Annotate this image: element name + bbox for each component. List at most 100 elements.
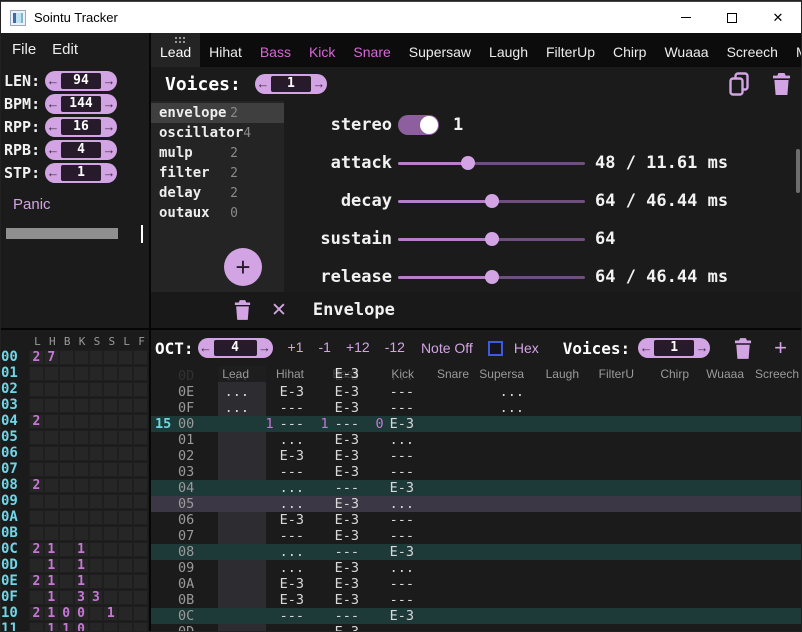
pattern-cell[interactable] [134,479,147,492]
note-cell[interactable]: E-3 [252,448,307,464]
note-cell[interactable]: E-3 [252,512,307,528]
tab-supersaw[interactable]: Supersaw [400,33,480,67]
pattern-cell[interactable]: 1 [45,559,58,572]
pattern-cell[interactable] [134,399,147,412]
pattern-cell[interactable] [75,527,88,540]
param-slider[interactable] [398,270,585,284]
pattern-cell[interactable] [119,383,132,396]
pattern-cell[interactable] [104,479,117,492]
tab-lead[interactable]: Lead [151,33,200,67]
note-cell[interactable] [692,384,747,400]
note-cell[interactable]: E-3 [307,496,362,512]
pattern-cell[interactable] [75,495,88,508]
pattern-cell[interactable]: 0 [60,607,73,620]
tab-screech[interactable]: Screech [718,33,787,67]
pattern-cell[interactable] [134,383,147,396]
note-cell[interactable] [692,624,747,631]
pattern-cell[interactable] [30,511,43,524]
pattern-cell[interactable]: 0 [75,623,88,632]
note-cell[interactable]: ... [252,496,307,512]
note-cell[interactable] [692,608,747,624]
note-cell[interactable] [582,592,637,608]
note-cell[interactable] [417,528,472,544]
pattern-cell[interactable] [134,591,147,604]
pattern-cell[interactable] [30,383,43,396]
unit-list-item-outaux[interactable]: outaux0 [151,203,284,223]
note-cell[interactable] [637,448,692,464]
drag-handle-icon[interactable] [175,37,177,39]
note-cell[interactable] [472,544,527,560]
note-cell[interactable] [582,480,637,496]
pattern-cell[interactable] [75,463,88,476]
track-header-lead[interactable]: Lead [197,366,252,382]
note-cell[interactable] [692,464,747,480]
pattern-cell[interactable] [134,543,147,556]
track-header-chirp[interactable]: Chirp [637,366,692,382]
note-cell[interactable] [527,544,582,560]
note-cell[interactable] [197,432,252,448]
pattern-cell[interactable] [30,399,43,412]
pattern-cell[interactable] [60,463,73,476]
note-cell[interactable]: ... [197,384,252,400]
note-cell[interactable]: 0E-3 [362,416,417,432]
note-cell[interactable]: E-3 [307,384,362,400]
pattern-cell[interactable] [90,431,103,444]
pattern-cell[interactable]: 1 [60,623,73,632]
note-cell[interactable]: ... [362,560,417,576]
note-cell[interactable] [197,416,252,432]
pattern-cell[interactable] [104,431,117,444]
note-cell[interactable] [637,416,692,432]
note-cell[interactable] [637,576,692,592]
pattern-cell[interactable] [45,367,58,380]
pattern-cell[interactable] [30,527,43,540]
song-field-stepper[interactable]: ←144→ [45,94,117,114]
pattern-cell[interactable]: 2 [30,415,43,428]
note-cell[interactable] [582,416,637,432]
pattern-cell[interactable] [90,495,103,508]
note-cell[interactable] [582,560,637,576]
pattern-cell[interactable] [60,591,73,604]
pattern-cell[interactable] [134,351,147,364]
pattern-cell[interactable] [104,447,117,460]
note-cell[interactable] [747,384,801,400]
note-cell[interactable] [197,512,252,528]
note-cell[interactable] [582,544,637,560]
pattern-cell[interactable] [134,447,147,460]
delete-instrument-button[interactable] [772,73,791,95]
note-cell[interactable] [472,624,527,631]
note-cell[interactable]: ... [197,400,252,416]
note-cell[interactable] [747,480,801,496]
pattern-cell[interactable] [104,399,117,412]
pattern-cell[interactable] [104,543,117,556]
note-cell[interactable] [417,544,472,560]
pattern-cell[interactable] [104,495,117,508]
param-slider[interactable] [398,232,585,246]
note-cell[interactable] [637,528,692,544]
note-cell[interactable]: E-3 [307,624,362,631]
note-cell[interactable] [527,496,582,512]
pattern-cell[interactable] [30,463,43,476]
pattern-cell[interactable] [119,367,132,380]
pattern-cell[interactable] [45,383,58,396]
pattern-cell[interactable] [90,623,103,632]
pattern-cell[interactable]: 1 [104,607,117,620]
pattern-cell[interactable]: 2 [30,607,43,620]
note-cell[interactable]: ... [252,480,307,496]
pattern-cell[interactable]: 1 [75,543,88,556]
note-cell[interactable] [527,624,582,631]
tab-bass[interactable]: Bass [251,33,300,67]
stepper-decrement-arrow[interactable]: ← [45,94,61,114]
note-cell[interactable] [197,544,252,560]
note-cell[interactable] [637,384,692,400]
pattern-cell[interactable] [75,511,88,524]
pattern-cell[interactable]: 3 [90,591,103,604]
pattern-cell[interactable] [119,447,132,460]
pattern-cell[interactable]: 0 [75,607,88,620]
song-field-stepper[interactable]: ←16→ [45,117,117,137]
note-cell[interactable] [362,624,417,631]
close-button[interactable]: ✕ [755,2,801,33]
stepper-increment-arrow[interactable]: → [101,117,117,137]
note-cell[interactable]: --- [307,544,362,560]
note-cell[interactable] [582,400,637,416]
note-cell[interactable] [472,448,527,464]
